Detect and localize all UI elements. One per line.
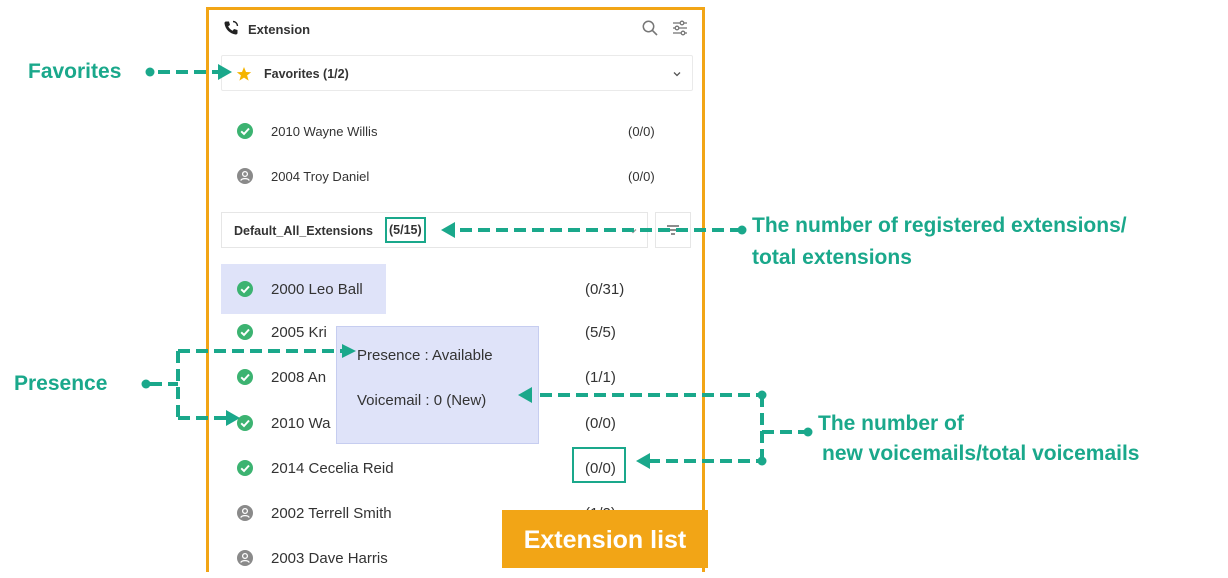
registered-annotation-line2: total extensions [752, 246, 912, 269]
presence-annotation: Presence [14, 372, 108, 395]
favorites-annotation: Favorites [28, 60, 122, 83]
voicemail-annotation-line1: The number of [818, 412, 964, 435]
voicemail-annotation-line2: new voicemails/total voicemails [822, 442, 1140, 465]
registered-annotation-line1: The number of registered extensions/ [752, 214, 1127, 237]
annotation-arrows [141, 64, 813, 469]
